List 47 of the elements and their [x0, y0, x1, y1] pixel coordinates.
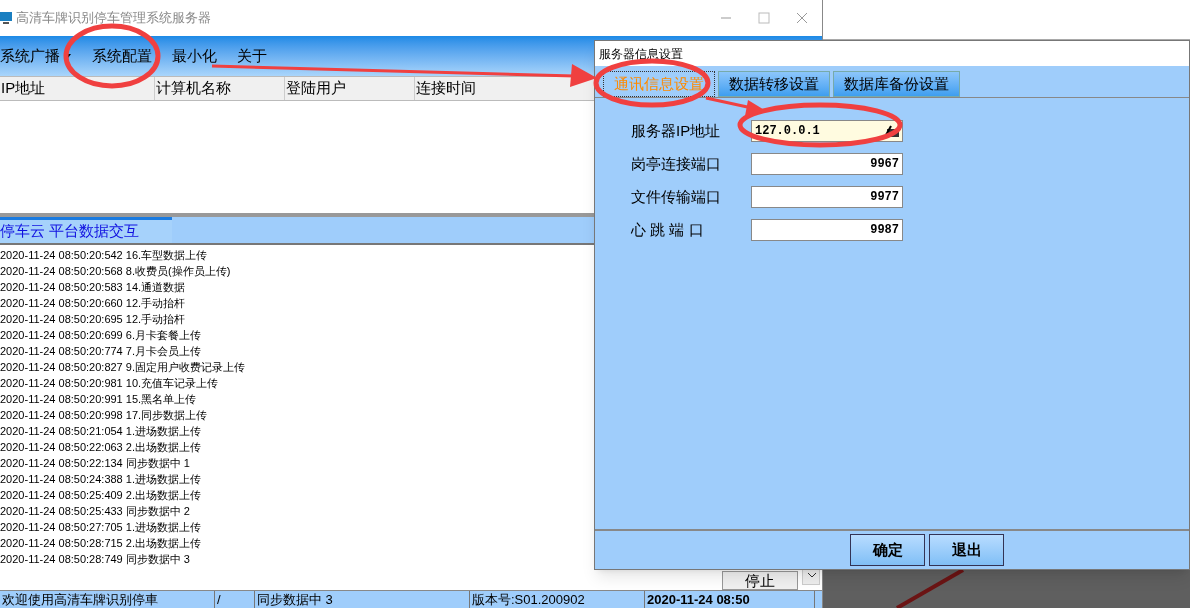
log-line: 2020-11-24 08:50:20:568 8.收费员(操作员上传) — [0, 264, 232, 279]
stop-button[interactable]: 停止 — [722, 571, 798, 590]
log-line: 2020-11-24 08:50:21:054 1.进场数据上传 — [0, 424, 202, 439]
log-line: 2020-11-24 08:50:25:409 2.出场数据上传 — [0, 488, 202, 503]
log-line: 2020-11-24 08:50:20:981 10.充值车记录上传 — [0, 376, 220, 391]
field-label: 心 跳 端 口 — [631, 219, 705, 240]
status-text: / — [215, 591, 255, 608]
menu-item[interactable]: 系统广播 — [0, 44, 60, 68]
log-line: 2020-11-24 08:50:20:774 7.月卡会员上传 — [0, 344, 202, 359]
log-line: 2020-11-24 08:50:24:388 1.进场数据上传 — [0, 472, 202, 487]
log-line: 2020-11-24 08:50:20:660 12.手动抬杆 — [0, 296, 187, 311]
log-line: 2020-11-24 08:50:20:583 14.通道数据 — [0, 280, 187, 295]
status-text: 版本号:S01.200902 — [470, 591, 645, 608]
dialog-button[interactable]: 确定 — [850, 534, 925, 566]
log-line: 2020-11-24 08:50:28:749 同步数据中 3 — [0, 552, 191, 567]
tab[interactable]: 停车云 平台数据交互 — [0, 217, 172, 243]
column-header[interactable]: IP地址 — [0, 77, 155, 100]
field-label: 岗亭连接端口 — [631, 153, 722, 174]
menu-item[interactable]: 关于 — [237, 44, 267, 68]
status-text: 欢迎使用高清车牌识别停車 — [0, 591, 215, 608]
log-line: 2020-11-24 08:50:20:991 15.黑名单上传 — [0, 392, 198, 407]
column-header[interactable]: 计算机名称 — [155, 77, 285, 100]
status-text: 同步数据中 3 — [255, 591, 470, 608]
field-label: 文件传输端口 — [631, 186, 722, 207]
tab[interactable]: 数据库备份设置 — [833, 71, 960, 97]
input-field[interactable]: 9977 — [751, 186, 903, 208]
input-field[interactable]: 9967 — [751, 153, 903, 175]
log-line: 2020-11-24 08:50:25:433 同步数据中 2 — [0, 504, 191, 519]
log-line: 2020-11-24 08:50:20:699 6.月卡套餐上传 — [0, 328, 202, 343]
window-title: 高清车牌识别停车管理系统服务器 — [16, 9, 211, 28]
tab[interactable]: 数据转移设置 — [718, 71, 830, 97]
field-label: 服务器IP地址 — [631, 120, 722, 141]
menu-item[interactable]: 系统配置 — [92, 44, 152, 68]
log-line: 2020-11-24 08:50:20:542 16.车型数据上传 — [0, 248, 209, 263]
input-field[interactable]: 9987 — [751, 219, 903, 241]
log-line: 2020-11-24 08:50:27:705 1.进场数据上传 — [0, 520, 202, 535]
column-header[interactable]: 登陆用户 — [285, 77, 415, 100]
log-line: 2020-11-24 08:50:20:998 17.同步数据上传 — [0, 408, 209, 423]
menu-item[interactable]: 最小化 — [172, 44, 217, 68]
dialog-title: 服务器信息设置 — [599, 45, 683, 63]
log-line: 2020-11-24 08:50:22:063 2.出场数据上传 — [0, 440, 202, 455]
log-line: 2020-11-24 08:50:22:134 同步数据中 1 — [0, 456, 191, 471]
dialog-button[interactable]: 退出 — [929, 534, 1004, 566]
log-line: 2020-11-24 08:50:20:827 9.固定用户收费记录上传 — [0, 360, 246, 375]
log-line: 2020-11-24 08:50:28:715 2.出场数据上传 — [0, 536, 202, 551]
log-line: 2020-11-24 08:50:20:695 12.手动抬杆 — [0, 312, 187, 327]
status-text: 2020-11-24 08:50 — [645, 591, 815, 608]
